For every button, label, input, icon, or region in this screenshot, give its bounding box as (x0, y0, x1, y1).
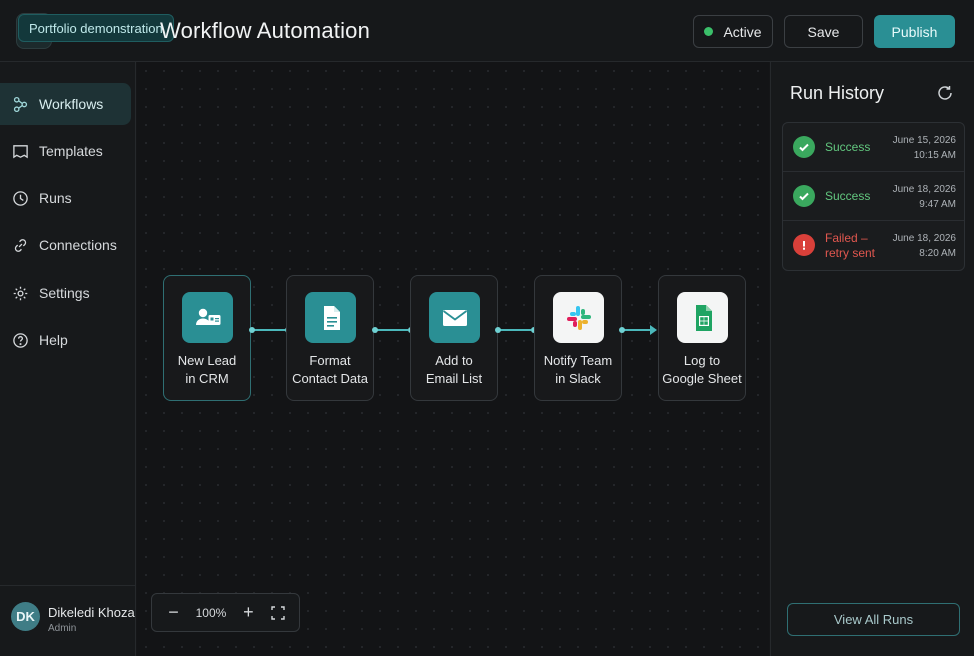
run-status: Success (825, 140, 871, 154)
portfolio-demo-badge: Portfolio demonstration (18, 14, 174, 42)
run-history-title: Run History (790, 83, 885, 103)
sidebar-item-runs[interactable]: Runs (0, 177, 131, 219)
link-icon (14, 238, 27, 252)
sidebar: Workflows Templates Runs Connections Set… (0, 62, 136, 656)
node-label: New Lead in CRM (177, 353, 237, 386)
workflow-node-format-contact[interactable]: Format Contact Data (286, 275, 374, 401)
workflow-node-new-lead[interactable]: New Lead in CRM (163, 275, 251, 401)
active-status-button[interactable]: Active (693, 15, 773, 48)
google-sheets-icon (677, 292, 728, 343)
zoom-controls: − 100% + (151, 593, 300, 632)
sidebar-item-label: Workflows (39, 96, 104, 112)
node-label: Log to Google Sheet (662, 353, 742, 386)
sidebar-item-connections[interactable]: Connections (0, 224, 131, 266)
run-timestamp: June 18, 2026 8:20 AM (892, 233, 956, 259)
user-role: Admin (48, 623, 77, 634)
run-timestamp: June 15, 2026 10:15 AM (892, 135, 956, 161)
node-connector (495, 327, 537, 333)
sidebar-item-settings[interactable]: Settings (0, 272, 131, 314)
workflow-node-slack[interactable]: Notify Team in Slack (534, 275, 622, 401)
node-label: Add to Email List (425, 353, 483, 386)
sidebar-item-help[interactable]: Help (0, 319, 131, 361)
check-circle-icon (793, 136, 815, 158)
zoom-in-button[interactable]: + (239, 602, 257, 623)
sidebar-item-templates[interactable]: Templates (0, 130, 131, 172)
clock-icon (13, 190, 28, 206)
sidebar-item-label: Templates (39, 143, 103, 159)
document-icon (305, 292, 356, 343)
help-icon (13, 332, 28, 348)
error-circle-icon (793, 234, 815, 256)
workflow-canvas[interactable]: New Lead in CRM Format Contact Data Add to… (137, 62, 769, 656)
view-all-runs-button[interactable]: View All Runs (787, 603, 960, 636)
fit-screen-icon[interactable] (270, 605, 286, 621)
avatar[interactable]: DK (11, 602, 40, 631)
sidebar-item-label: Help (39, 332, 68, 348)
workflow-icon (13, 96, 28, 112)
node-connector (249, 327, 291, 333)
run-item[interactable]: Success June 15, 2026 10:15 AM (783, 123, 964, 172)
node-label: Notify Team in Slack (543, 353, 613, 386)
page-title: Workflow Automation (160, 18, 371, 43)
user-name: Dikeledi Khoza (48, 605, 135, 620)
status-dot-icon (704, 27, 714, 36)
node-connector (372, 327, 414, 333)
sidebar-item-label: Runs (39, 190, 72, 206)
sidebar-item-workflows[interactable]: Workflows (0, 83, 131, 125)
run-status: Success (825, 189, 871, 203)
run-timestamp: June 18, 2026 9:47 AM (892, 184, 956, 210)
run-history-panel: Run History Success June 15, 2026 10:15 A… (770, 62, 974, 656)
run-item[interactable]: Failed – retry sent June 18, 2026 8:20 AM (783, 221, 964, 270)
publish-button[interactable]: Publish (874, 15, 955, 48)
contact-card-icon (182, 292, 233, 343)
status-label: Active (723, 23, 762, 40)
check-circle-icon (793, 185, 815, 207)
sidebar-item-label: Settings (39, 285, 90, 301)
node-label: Format Contact Data (292, 353, 368, 386)
sidebar-divider (0, 585, 136, 586)
slack-icon (553, 292, 604, 343)
run-status: Failed – retry sent (825, 231, 876, 260)
node-connector (619, 325, 661, 335)
run-item[interactable]: Success June 18, 2026 9:47 AM (783, 172, 964, 221)
template-icon (13, 144, 28, 158)
workflow-node-email-list[interactable]: Add to Email List (410, 275, 498, 401)
run-list: Success June 15, 2026 10:15 AM Success Ju… (782, 122, 965, 271)
save-button[interactable]: Save (784, 15, 863, 48)
sidebar-item-label: Connections (39, 237, 117, 253)
workflow-node-google-sheet[interactable]: Log to Google Sheet (658, 275, 746, 401)
gear-icon (13, 286, 28, 300)
zoom-out-button[interactable]: − (165, 602, 183, 623)
mail-icon (429, 292, 480, 343)
refresh-icon[interactable] (936, 84, 954, 102)
top-header: Portfolio demonstration Workflow Automat… (0, 0, 974, 62)
zoom-level: 100% (195, 605, 227, 620)
